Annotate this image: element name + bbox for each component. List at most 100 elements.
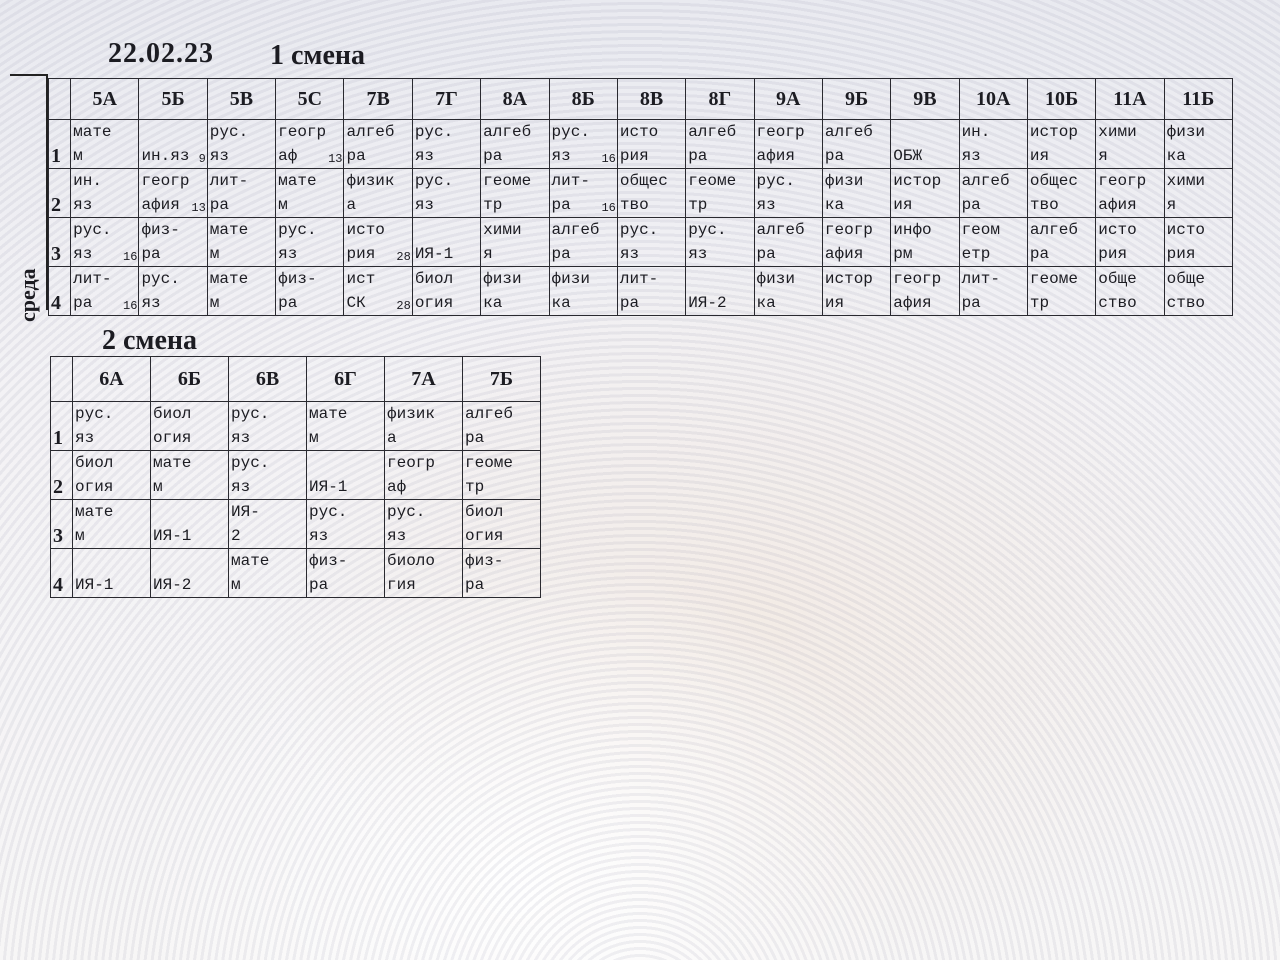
subject-cell: рус. яз [206,119,277,169]
subject-text: рус. яз [309,503,348,545]
subject-text: физ- ра [309,552,348,594]
class-header: 10Б [1026,78,1097,120]
subject-cell: обще ство [1163,266,1234,316]
subject-cell: алгеб ра [480,119,550,169]
subject-text: мате м [209,270,249,312]
subject-text: физи ка [824,172,864,214]
class-header: 8В [616,78,687,120]
subject-cell: ИЯ-2 [150,548,229,598]
subject-text: геом етр [961,221,1000,263]
class-header: 6В [228,356,307,402]
subject-text: физи ка [551,270,590,312]
class-header: 8Г [685,78,755,120]
lesson-number: 4 [50,548,73,598]
class-header: 9В [890,78,960,120]
subject-cell: хими я [480,217,550,267]
lesson-row: 3 рус. яз 16 физ- ра мате м рус. яз исто рия 28… [47,217,1234,267]
subject-text: рус. яз [414,123,454,165]
subject-text: ИЯ-1 [414,245,454,263]
subject-cell: мате м [306,401,385,451]
subject-cell: ИЯ-1 [306,450,385,500]
subject-cell: ин. яз [70,168,140,218]
lesson-number: 3 [50,499,73,549]
subject-cell: ИЯ-1 [411,217,482,267]
subject-text: ОБЖ [893,147,923,165]
subject-text: общес тво [619,172,668,214]
subject-text: геогр афия [893,270,942,312]
subject-text: мате м [231,552,270,594]
class-header: 11А [1095,78,1165,120]
subject-cell: исто рия [1163,217,1234,267]
subject-text: физик а [387,405,436,447]
subject-text: рус. яз [387,503,426,545]
subject-cell: геогр афия [753,119,823,169]
subject-cell: рус. яз 16 [70,217,140,267]
subject-text: рус. яз [141,270,180,312]
subject-cell: физи ка [1163,119,1234,169]
subject-text: ИЯ-1 [153,527,192,545]
subject-cell: рус. яз 16 [548,119,618,169]
subject-text: рус. яз [209,123,249,165]
subject-text: геоме тр [1029,270,1078,312]
lesson-row: 4 ИЯ-1 ИЯ-2 мате м физ- ра биоло гия физ- ра [50,548,541,598]
lesson-number: 4 [47,266,72,316]
subject-text: алгеб ра [551,221,600,263]
subject-text: хими я [483,221,522,263]
subject-text: обще ство [1098,270,1137,312]
corner-cell [50,356,73,402]
subject-cell: биоло гия [384,548,463,598]
subject-cell: ОБЖ [890,119,960,169]
lesson-number: 2 [50,450,73,500]
subject-text: рус. яз [688,221,727,263]
room-number: 13 [191,201,206,215]
subject-text: исто рия [1166,221,1206,263]
room-number: 16 [123,299,138,313]
shift-2-schedule-table: 6А 6Б 6В 6Г 7А 7Б 1 рус. яз биол огия рус. яз мат… [50,356,541,598]
subject-text: рус. яз [231,454,270,496]
subject-cell: рус. яз [275,217,345,267]
subject-cell: биол огия [462,499,541,549]
lesson-row: 4 лит- ра 16 рус. яз мате м физ- ра ист СК 28 би… [47,266,1234,316]
class-header: 7В [343,78,413,120]
subject-text: исто рия [1098,221,1137,263]
subject-cell: ИЯ-2 [685,266,755,316]
class-header: 10А [958,78,1028,120]
class-header: 8А [480,78,550,120]
subject-text: физ- ра [141,221,180,263]
subject-cell: общес тво [616,168,687,218]
class-header: 5Б [138,78,208,120]
subject-cell: мате м [275,168,345,218]
subject-cell: рус. яз [306,499,385,549]
subject-cell: лит- ра 16 [70,266,140,316]
subject-text: физик а [346,172,395,214]
subject-cell: биол огия [72,450,151,500]
subject-cell: лит- ра [206,168,277,218]
lesson-number: 1 [50,401,73,451]
subject-text: биол огия [414,270,454,312]
subject-text: физ- ра [465,552,504,594]
shift-1-heading: 1 смена [270,40,366,71]
room-number: 13 [328,152,343,166]
subject-cell: геогр афия [821,217,892,267]
subject-text: мате м [153,454,192,496]
subject-text: инфо рм [893,221,932,263]
subject-cell: хими я [1163,168,1234,218]
subject-text: истор ия [824,270,873,312]
subject-cell: ИЯ-1 [72,548,151,598]
subject-text: ИЯ- 2 [231,503,260,545]
subject-text: алгеб ра [483,123,532,165]
subject-text: алгеб ра [824,123,873,165]
subject-cell: рус. яз [411,119,482,169]
room-number: 16 [601,152,616,166]
shift-1-header-row: 5А 5Б 5В 5С 7В 7Г 8А 8Б 8В 8Г 9А 9Б 9В 10А 10Б 11А 11Б [47,78,1234,120]
class-header: 6Б [150,356,229,402]
subject-text: ИЯ-1 [309,478,348,496]
class-header: 9Б [821,78,892,120]
subject-text: рус. яз [278,221,317,263]
subject-text: хими я [1098,123,1137,165]
subject-text: рус. яз [75,405,114,447]
subject-text: лит- ра [619,270,659,312]
subject-cell: геоме тр [1026,266,1097,316]
class-header: 5С [275,78,345,120]
subject-cell: обще ство [1095,266,1165,316]
